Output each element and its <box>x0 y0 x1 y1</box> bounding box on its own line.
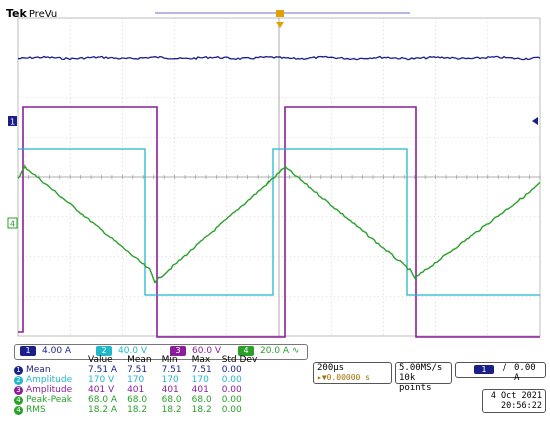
measurement-name: Peak-Peak <box>26 395 72 405</box>
measurement-row: 3 Amplitude 401 V 401 401 401 0.00 <box>14 385 267 395</box>
measurement-std: 0.00 <box>221 385 242 395</box>
measurement-value: 401 V <box>88 385 115 395</box>
measurement-channel-badge: 4 <box>14 396 23 405</box>
measurement-channel-badge: 2 <box>14 376 23 385</box>
measurement-min: 170 <box>161 375 179 385</box>
measurement-value: 170 V <box>88 375 115 385</box>
measurement-max: 7.51 <box>191 365 212 375</box>
measurement-std: 0.00 <box>221 375 242 385</box>
measurement-header-blank <box>14 355 88 365</box>
measurement-label: 1 Mean <box>14 365 88 375</box>
measurement-row: 1 Mean 7.51 A 7.51 7.51 7.51 0.00 <box>14 365 267 375</box>
acquisition-box[interactable]: 5.00MS/s 10k points <box>395 362 452 393</box>
measurement-name: Mean <box>26 365 51 375</box>
measurement-name: Amplitude <box>26 385 73 395</box>
record-length: 10k points <box>399 373 432 393</box>
trigger-slope-icon: ∕ <box>503 363 507 373</box>
measurement-row: 4 RMS 18.2 A 18.2 18.2 18.2 0.00 <box>14 405 267 415</box>
trigger-position-marker <box>276 10 284 17</box>
measurement-mean: 18.2 <box>127 405 148 415</box>
measurement-channel-badge: 4 <box>14 406 23 415</box>
measurement-mean: 401 <box>127 385 145 395</box>
measurement-std: 0.00 <box>221 395 242 405</box>
measurement-mean: 68.0 <box>127 395 148 405</box>
measurement-row: 2 Amplitude 170 V 170 170 170 0.00 <box>14 375 267 385</box>
oscilloscope-screen: Tek PreVu 14 1 4.00 A 2 40.0 V 3 60.0 V 4 20.0 A… <box>0 0 550 423</box>
measurement-label: 2 Amplitude <box>14 375 88 385</box>
timebase-delay: ▸▼0.00000 s <box>317 373 370 382</box>
date-label: 4 Oct 2021 <box>490 391 542 401</box>
measurement-min: 7.51 <box>161 365 182 375</box>
graticule <box>17 17 541 337</box>
measurement-label: 4 RMS <box>14 405 88 415</box>
measurement-table: Value Mean Min Max Std Dev 1 Mean 7.51 A 7.51 7.… <box>14 355 314 415</box>
timebase-scale: 200µs <box>317 363 345 373</box>
trigger-pointer-icon <box>276 22 284 28</box>
measurement-mean: 170 <box>127 375 145 385</box>
measurement-name: Amplitude <box>26 375 73 385</box>
measurement-max: 170 <box>191 375 209 385</box>
measurement-name: RMS <box>26 405 46 415</box>
measurement-label: 3 Amplitude <box>14 385 88 395</box>
timebase-box[interactable]: 200µs ▸▼0.00000 s <box>313 362 392 384</box>
measurement-std: 0.00 <box>221 405 242 415</box>
ch1-marker-label: 1 <box>10 118 15 127</box>
measurement-label: 4 Peak-Peak <box>14 395 88 405</box>
measurement-mean: 7.51 <box>127 365 148 375</box>
trigger-level: 0.00 A <box>514 363 536 383</box>
ch4-marker-label: 4 <box>10 220 15 229</box>
measurement-header-cell: Mean <box>127 355 152 365</box>
sample-rate: 5.00MS/s <box>399 363 443 373</box>
datetime-box: 4 Oct 2021 20:56:22 <box>482 389 546 413</box>
measurement-value: 68.0 A <box>88 395 118 405</box>
measurement-min: 18.2 <box>161 405 182 415</box>
measurement-header-cell: Std Dev <box>221 355 258 365</box>
trigger-source-chip: 1 <box>474 365 494 374</box>
measurement-max: 68.0 <box>191 395 212 405</box>
measurement-min: 68.0 <box>161 395 182 405</box>
measurement-max: 401 <box>191 385 209 395</box>
measurement-min: 401 <box>161 385 179 395</box>
measurement-channel-badge: 1 <box>14 366 23 375</box>
measurement-row: 4 Peak-Peak 68.0 A 68.0 68.0 68.0 0.00 <box>14 395 267 405</box>
trigger-box[interactable]: 1 ∕ 0.00 A <box>455 362 546 383</box>
measurement-header-cell: Value <box>88 355 113 365</box>
measurement-value: 18.2 A <box>88 405 118 415</box>
measurement-max: 18.2 <box>191 405 212 415</box>
measurement-std: 0.00 <box>221 365 242 375</box>
measurement-value: 7.51 A <box>88 365 118 375</box>
time-label: 20:56:22 <box>501 401 542 411</box>
measurement-header-cell: Min <box>161 355 178 365</box>
trigger-level-icon <box>532 117 538 125</box>
measurement-channel-badge: 3 <box>14 386 23 395</box>
measurement-header-cell: Max <box>191 355 211 365</box>
measurement-header-row: Value Mean Min Max Std Dev <box>14 355 267 365</box>
